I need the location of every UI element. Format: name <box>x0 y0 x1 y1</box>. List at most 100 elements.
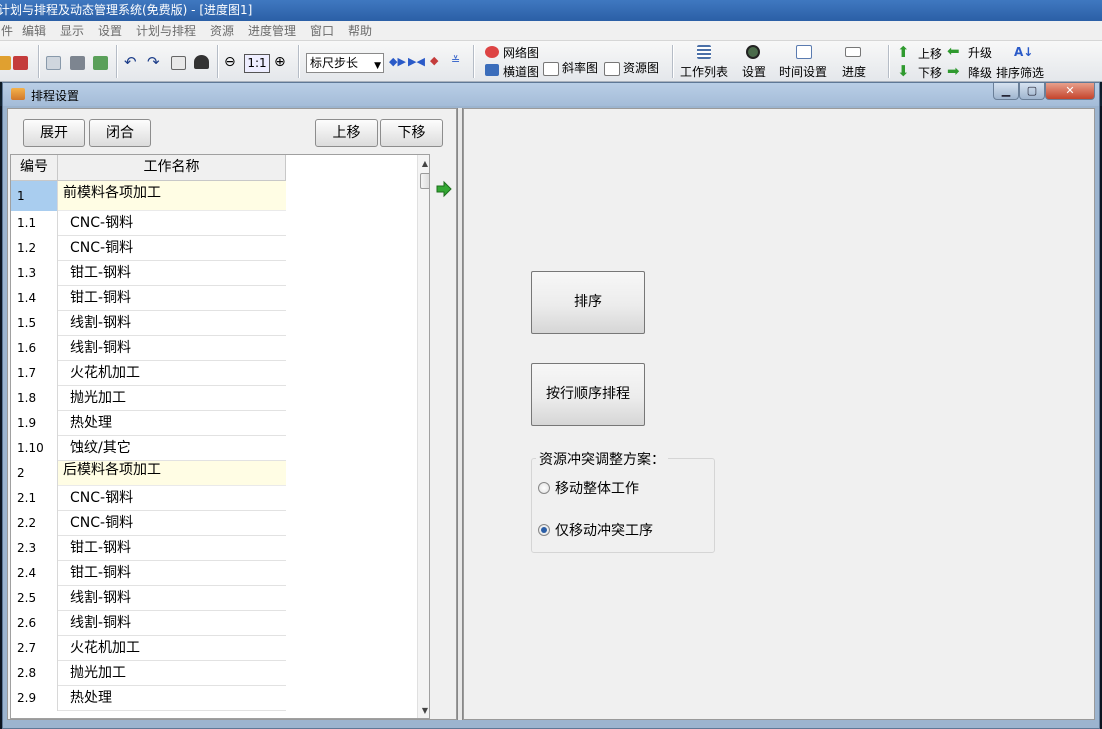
row-task-name: 钳工-钢料 <box>58 536 286 561</box>
table-row[interactable]: 2.5 线割-钢料 <box>11 586 286 611</box>
table-row[interactable]: 2 后模料各项加工 <box>11 461 286 486</box>
work-list-label[interactable]: 工作列表 <box>680 65 728 79</box>
menu-edit[interactable]: 编辑 <box>22 23 46 39</box>
toolbar: ↶ ↷ ⊖ 1:1 ⊕ 标尺步长 ▼ ◆▶ ▶◀ ◆ ≚ 网络图 横道图 斜率图… <box>0 41 1102 82</box>
redo-icon[interactable]: ↷ <box>147 55 160 70</box>
sort-filter-label[interactable]: 排序筛选 <box>996 66 1044 80</box>
schedule-by-row-button[interactable]: 按行顺序排程 <box>531 363 645 426</box>
sort-az-icon[interactable]: A↓ <box>1014 45 1033 59</box>
shrink-horizontal-icon[interactable]: ▶◀ <box>408 55 425 69</box>
save-icon[interactable] <box>13 56 28 70</box>
menu-progress[interactable]: 进度管理 <box>248 23 296 39</box>
table-row[interactable]: 2.8 抛光加工 <box>11 661 286 686</box>
table-row[interactable]: 1.8 抛光加工 <box>11 386 286 411</box>
row-task-name: CNC-钢料 <box>58 211 286 236</box>
arrow-up-icon[interactable]: ⬆ <box>897 45 910 60</box>
move-conflict-radio[interactable] <box>538 524 550 536</box>
collapse-button[interactable]: 闭合 <box>89 119 151 147</box>
gantt-chart-label[interactable]: 横道图 <box>503 65 539 79</box>
table-row[interactable]: 1.5 线割-钢料 <box>11 311 286 336</box>
move-down-button[interactable]: 下移 <box>380 119 443 147</box>
transfer-right-button[interactable] <box>436 180 452 198</box>
slope-chart-label[interactable]: 斜率图 <box>562 61 598 75</box>
table-row[interactable]: 1.4 钳工-铜料 <box>11 286 286 311</box>
arrow-left-icon[interactable]: ⬅ <box>947 44 960 59</box>
sort-button[interactable]: 排序 <box>531 271 645 334</box>
progress-icon[interactable] <box>845 47 861 57</box>
table-row[interactable]: 1.10 蚀纹/其它 <box>11 436 286 461</box>
menu-view[interactable]: 显示 <box>60 23 84 39</box>
progress-label[interactable]: 进度 <box>842 65 866 79</box>
table-row[interactable]: 1.1 CNC-钢料 <box>11 211 286 236</box>
move-down-label[interactable]: 下移 <box>918 66 942 80</box>
move-up-button[interactable]: 上移 <box>315 119 378 147</box>
print-icon[interactable] <box>70 56 85 70</box>
settings-label[interactable]: 设置 <box>742 65 766 79</box>
resource-chart-label[interactable]: 资源图 <box>623 61 659 75</box>
table-row[interactable]: 1.9 热处理 <box>11 411 286 436</box>
move-whole-radio[interactable] <box>538 482 550 494</box>
chevron-down-icon: ▼ <box>374 61 381 71</box>
shrink-vertical-icon[interactable]: ≚ <box>451 54 460 68</box>
move-up-label[interactable]: 上移 <box>918 47 942 61</box>
table-row[interactable]: 1.6 线割-铜料 <box>11 336 286 361</box>
scroll-up-icon[interactable]: ▲ <box>418 157 429 171</box>
menu-resources[interactable]: 资源 <box>210 23 234 39</box>
table-row[interactable]: 2.6 线割-铜料 <box>11 611 286 636</box>
menu-help[interactable]: 帮助 <box>348 23 372 39</box>
row-number: 1.7 <box>11 361 58 386</box>
vertical-scrollbar[interactable]: ▲ ▼ <box>417 155 429 718</box>
table-row[interactable]: 1.3 钳工-钢料 <box>11 261 286 286</box>
time-settings-label[interactable]: 时间设置 <box>779 65 827 79</box>
expand-button[interactable]: 展开 <box>23 119 85 147</box>
resource-chart-icon[interactable] <box>604 62 620 76</box>
zoom-out-icon[interactable]: ⊖ <box>224 55 236 69</box>
move-conflict-label[interactable]: 仅移动冲突工序 <box>555 520 653 540</box>
row-number: 1.6 <box>11 336 58 361</box>
arrow-right-icon[interactable]: ➡ <box>947 64 960 79</box>
table-row[interactable]: 2.3 钳工-钢料 <box>11 536 286 561</box>
open-icon[interactable] <box>0 56 11 70</box>
undo-icon[interactable]: ↶ <box>124 55 137 70</box>
gantt-chart-icon[interactable] <box>485 64 499 76</box>
zoom-reset-button[interactable]: 1:1 <box>244 54 270 73</box>
maximize-button[interactable]: ▢ <box>1019 83 1045 100</box>
table-row[interactable]: 1 前模料各项加工 <box>11 181 286 211</box>
scroll-thumb[interactable] <box>420 173 429 189</box>
table-row[interactable]: 2.1 CNC-钢料 <box>11 486 286 511</box>
scroll-down-icon[interactable]: ▼ <box>418 704 429 718</box>
ruler-step-select[interactable]: 标尺步长 ▼ <box>306 53 384 73</box>
calendar-icon[interactable] <box>796 45 812 59</box>
menu-planning[interactable]: 计划与排程 <box>136 23 196 39</box>
table-row[interactable]: 2.9 热处理 <box>11 686 286 711</box>
slope-chart-icon[interactable] <box>543 62 559 76</box>
demote-label[interactable]: 降级 <box>968 66 992 80</box>
table-row[interactable]: 2.7 火花机加工 <box>11 636 286 661</box>
arrow-down-icon[interactable]: ⬇ <box>897 64 910 79</box>
copy-icon[interactable] <box>171 56 186 70</box>
close-button[interactable]: ✕ <box>1045 83 1095 100</box>
move-whole-label[interactable]: 移动整体工作 <box>555 478 639 498</box>
settings-icon[interactable] <box>746 45 760 59</box>
zoom-in-icon[interactable]: ⊕ <box>274 55 286 69</box>
find-icon[interactable] <box>194 55 209 69</box>
table-row[interactable]: 1.2 CNC-铜料 <box>11 236 286 261</box>
menu-window[interactable]: 窗口 <box>310 23 334 39</box>
print-preview-icon[interactable] <box>46 56 61 70</box>
menu-file[interactable]: 件 <box>1 23 13 39</box>
expand-horizontal-icon[interactable]: ◆▶ <box>389 55 406 69</box>
row-number: 2 <box>11 461 58 486</box>
row-task-name: CNC-铜料 <box>58 236 286 261</box>
table-row[interactable]: 2.2 CNC-铜料 <box>11 511 286 536</box>
minimize-button[interactable]: ▁ <box>993 83 1019 100</box>
table-row[interactable]: 2.4 钳工-铜料 <box>11 561 286 586</box>
expand-vertical-icon[interactable]: ◆ <box>430 54 438 68</box>
table-row[interactable]: 1.7 火花机加工 <box>11 361 286 386</box>
network-chart-icon[interactable] <box>485 46 499 58</box>
row-number: 2.3 <box>11 536 58 561</box>
menu-settings[interactable]: 设置 <box>98 23 122 39</box>
promote-label[interactable]: 升级 <box>968 46 992 60</box>
work-list-icon[interactable] <box>697 45 711 59</box>
export-icon[interactable] <box>93 56 108 70</box>
network-chart-label[interactable]: 网络图 <box>503 46 539 60</box>
